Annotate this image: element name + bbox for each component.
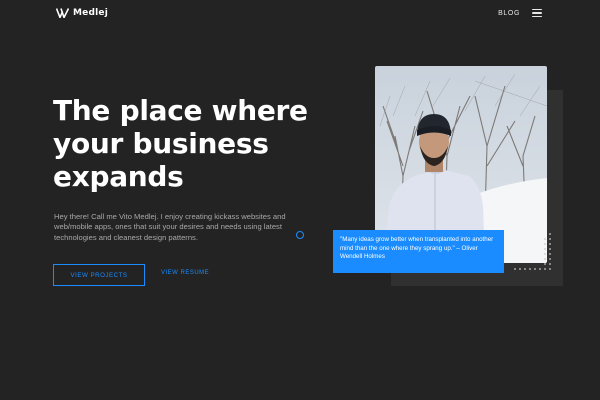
headline-line-1: The place where [53,94,308,127]
brand-logo[interactable]: Medlej [56,8,108,18]
top-nav: Medlej BLOG [0,0,600,30]
brand-name: Medlej [73,8,108,18]
view-projects-button[interactable]: VIEW PROJECTS [53,264,145,286]
hamburger-menu-icon[interactable] [532,9,542,17]
hero-intro-text: Hey there! Call me Vito Medlej. I enjoy … [54,212,286,242]
headline-line-2: your business [53,126,269,160]
quote-text: "Many ideas grow better when transplante… [340,236,494,261]
quote-card: "Many ideas grow better when transplante… [333,230,504,273]
hero-headline: The place where your business expands [53,94,333,193]
v-logo-icon [56,8,69,18]
headline-line-3: expands [53,159,184,193]
view-resume-link[interactable]: VIEW RESUME [161,270,209,276]
nav-blog-link[interactable]: BLOG [498,10,520,17]
ring-decoration [296,231,304,239]
dot-grid-decoration [514,233,551,270]
